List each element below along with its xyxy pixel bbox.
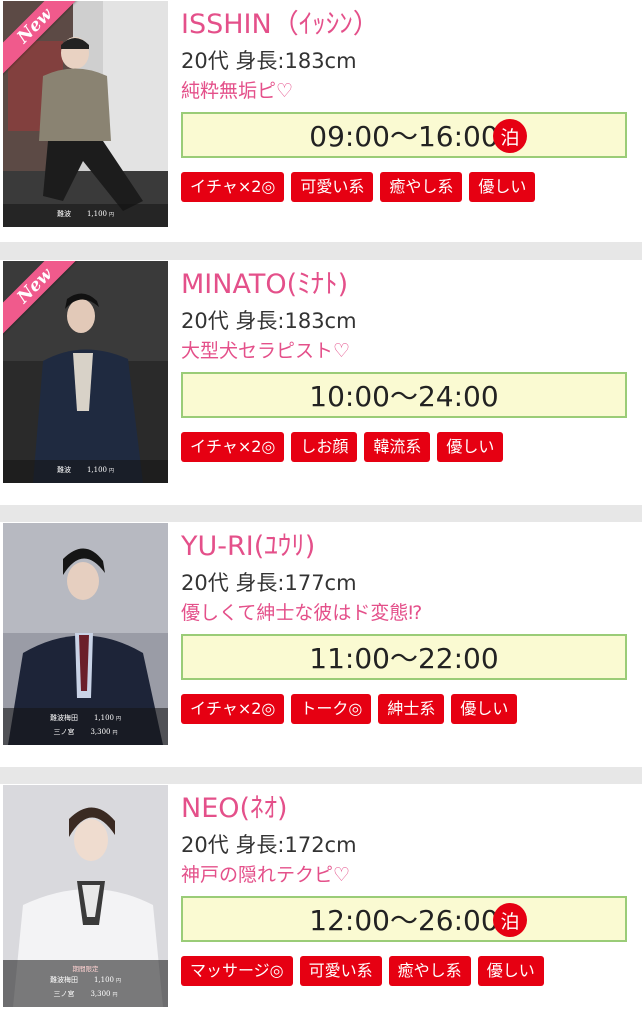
tag[interactable]: 可愛い系 xyxy=(291,172,374,202)
therapist-name[interactable]: MINATO(ﾐﾅﾄ) xyxy=(181,268,630,302)
tag-list: イチャ×2◎ しお顔 韓流系 優しい xyxy=(181,432,630,462)
tag[interactable]: 癒やし系 xyxy=(388,956,471,986)
therapist-list: New 難波 1,100 円 ISSHIN（ｲｯｼﾝ） 20代 身長:183cm … xyxy=(0,0,642,1024)
therapist-name[interactable]: ISSHIN（ｲｯｼﾝ） xyxy=(181,8,630,42)
tag[interactable]: イチャ×2◎ xyxy=(181,172,285,202)
therapist-name[interactable]: NEO(ﾈｵ) xyxy=(181,792,630,826)
tag[interactable]: 癒やし系 xyxy=(380,172,463,202)
therapist-name[interactable]: YU-RI(ﾕｳﾘ) xyxy=(181,530,630,564)
tag[interactable]: イチャ×2◎ xyxy=(181,694,285,724)
hours-text: 10:00〜24:00 xyxy=(309,380,499,413)
price-row: 難波梅田 1,100 円 xyxy=(3,712,168,726)
working-hours: 11:00〜22:00 xyxy=(181,634,627,680)
therapist-card-yuri[interactable]: 難波梅田 1,100 円 三ノ宮 3,300 円 YU-RI(ﾕｳﾘ) 20代 身長… xyxy=(0,522,642,767)
therapist-card-minato[interactable]: New 難波 1,100 円 MINATO(ﾐﾅﾄ) 20代 身長:183cm 大… xyxy=(0,260,642,505)
therapist-info: NEO(ﾈｵ) 20代 身長:172cm 神戸の隠れテクピ♡ 12:00〜26:… xyxy=(181,784,630,986)
hours-text: 11:00〜22:00 xyxy=(309,642,499,675)
therapist-photo[interactable]: New 難波 1,100 円 xyxy=(3,1,168,227)
therapist-catchphrase: 大型犬セラピスト♡ xyxy=(181,340,351,362)
therapist-info: MINATO(ﾐﾅﾄ) 20代 身長:183cm 大型犬セラピスト♡ 10:00… xyxy=(181,260,630,462)
tag-list: イチャ×2◎ 可愛い系 癒やし系 優しい xyxy=(181,172,630,202)
therapist-card-neo[interactable]: 期間限定 難波梅田 1,100 円 三ノ宮 3,300 円 NEO(ﾈｵ) 20代 … xyxy=(0,784,642,1024)
tag[interactable]: 優しい xyxy=(469,172,536,202)
price-value: 1,100 円 xyxy=(93,976,122,984)
tag[interactable]: 優しい xyxy=(451,694,518,724)
price-band: 難波 1,100 円 xyxy=(3,460,168,483)
therapist-stats: 20代 身長:183cm xyxy=(181,49,357,73)
price-row: 三ノ宮 3,300 円 xyxy=(3,988,168,1002)
price-row: 難波 1,100 円 xyxy=(3,208,168,222)
working-hours: 09:00〜16:00 泊 xyxy=(181,112,627,158)
therapist-stats: 20代 身長:172cm xyxy=(181,833,357,857)
price-value: 1,100 円 xyxy=(93,714,122,722)
therapist-photo[interactable]: New 難波 1,100 円 xyxy=(3,261,168,483)
therapist-stats: 20代 身長:183cm xyxy=(181,309,357,333)
price-value: 3,300 円 xyxy=(90,728,118,736)
price-band: 難波梅田 1,100 円 三ノ宮 3,300 円 xyxy=(3,708,168,745)
working-hours: 10:00〜24:00 xyxy=(181,372,627,418)
price-band: 難波 1,100 円 xyxy=(3,204,168,227)
tag-list: イチャ×2◎ トーク◎ 紳士系 優しい xyxy=(181,694,630,724)
therapist-photo[interactable]: 難波梅田 1,100 円 三ノ宮 3,300 円 xyxy=(3,523,168,745)
hours-text: 12:00〜26:00 xyxy=(309,904,499,937)
price-value: 1,100 円 xyxy=(86,210,115,218)
therapist-info: ISSHIN（ｲｯｼﾝ） 20代 身長:183cm 純粋無垢ピ♡ 09:00〜1… xyxy=(181,0,630,202)
price-area: 難波梅田 xyxy=(49,714,78,722)
price-area: 難波梅田 xyxy=(49,976,78,984)
tag[interactable]: 可愛い系 xyxy=(299,956,382,986)
therapist-stats: 20代 身長:177cm xyxy=(181,571,357,595)
therapist-info: YU-RI(ﾕｳﾘ) 20代 身長:177cm 優しくて紳士な彼はド変態⁉ 11… xyxy=(181,522,630,724)
working-hours: 12:00〜26:00 泊 xyxy=(181,896,627,942)
tag-list: マッサージ◎ 可愛い系 癒やし系 優しい xyxy=(181,956,630,986)
therapist-photo[interactable]: 期間限定 難波梅田 1,100 円 三ノ宮 3,300 円 xyxy=(3,785,168,1007)
tag[interactable]: 優しい xyxy=(477,956,544,986)
overnight-badge: 泊 xyxy=(493,119,527,153)
therapist-catchphrase: 神戸の隠れテクピ♡ xyxy=(181,864,351,886)
price-band: 期間限定 難波梅田 1,100 円 三ノ宮 3,300 円 xyxy=(3,960,168,1007)
limited-label: 期間限定 xyxy=(72,965,99,973)
tag[interactable]: 優しい xyxy=(437,432,504,462)
overnight-badge: 泊 xyxy=(493,903,527,937)
tag[interactable]: 韓流系 xyxy=(364,432,431,462)
price-row: 難波梅田 1,100 円 xyxy=(3,974,168,988)
tag[interactable]: 紳士系 xyxy=(378,694,445,724)
tag[interactable]: イチャ×2◎ xyxy=(181,432,285,462)
price-area: 難波 xyxy=(56,210,71,218)
tag[interactable]: マッサージ◎ xyxy=(181,956,293,986)
price-area: 難波 xyxy=(56,466,71,474)
tag[interactable]: しお顔 xyxy=(291,432,358,462)
therapist-card-isshin[interactable]: New 難波 1,100 円 ISSHIN（ｲｯｼﾝ） 20代 身長:183cm … xyxy=(0,0,642,242)
price-area: 三ノ宮 xyxy=(53,990,75,998)
price-row: 難波 1,100 円 xyxy=(3,464,168,478)
price-area: 三ノ宮 xyxy=(53,728,75,736)
price-value: 3,300 円 xyxy=(90,990,118,998)
price-row: 三ノ宮 3,300 円 xyxy=(3,726,168,740)
therapist-catchphrase: 純粋無垢ピ♡ xyxy=(181,80,294,102)
price-value: 1,100 円 xyxy=(86,466,115,474)
tag[interactable]: トーク◎ xyxy=(291,694,372,724)
hours-text: 09:00〜16:00 xyxy=(309,120,499,153)
therapist-catchphrase: 優しくて紳士な彼はド変態⁉ xyxy=(181,602,423,624)
